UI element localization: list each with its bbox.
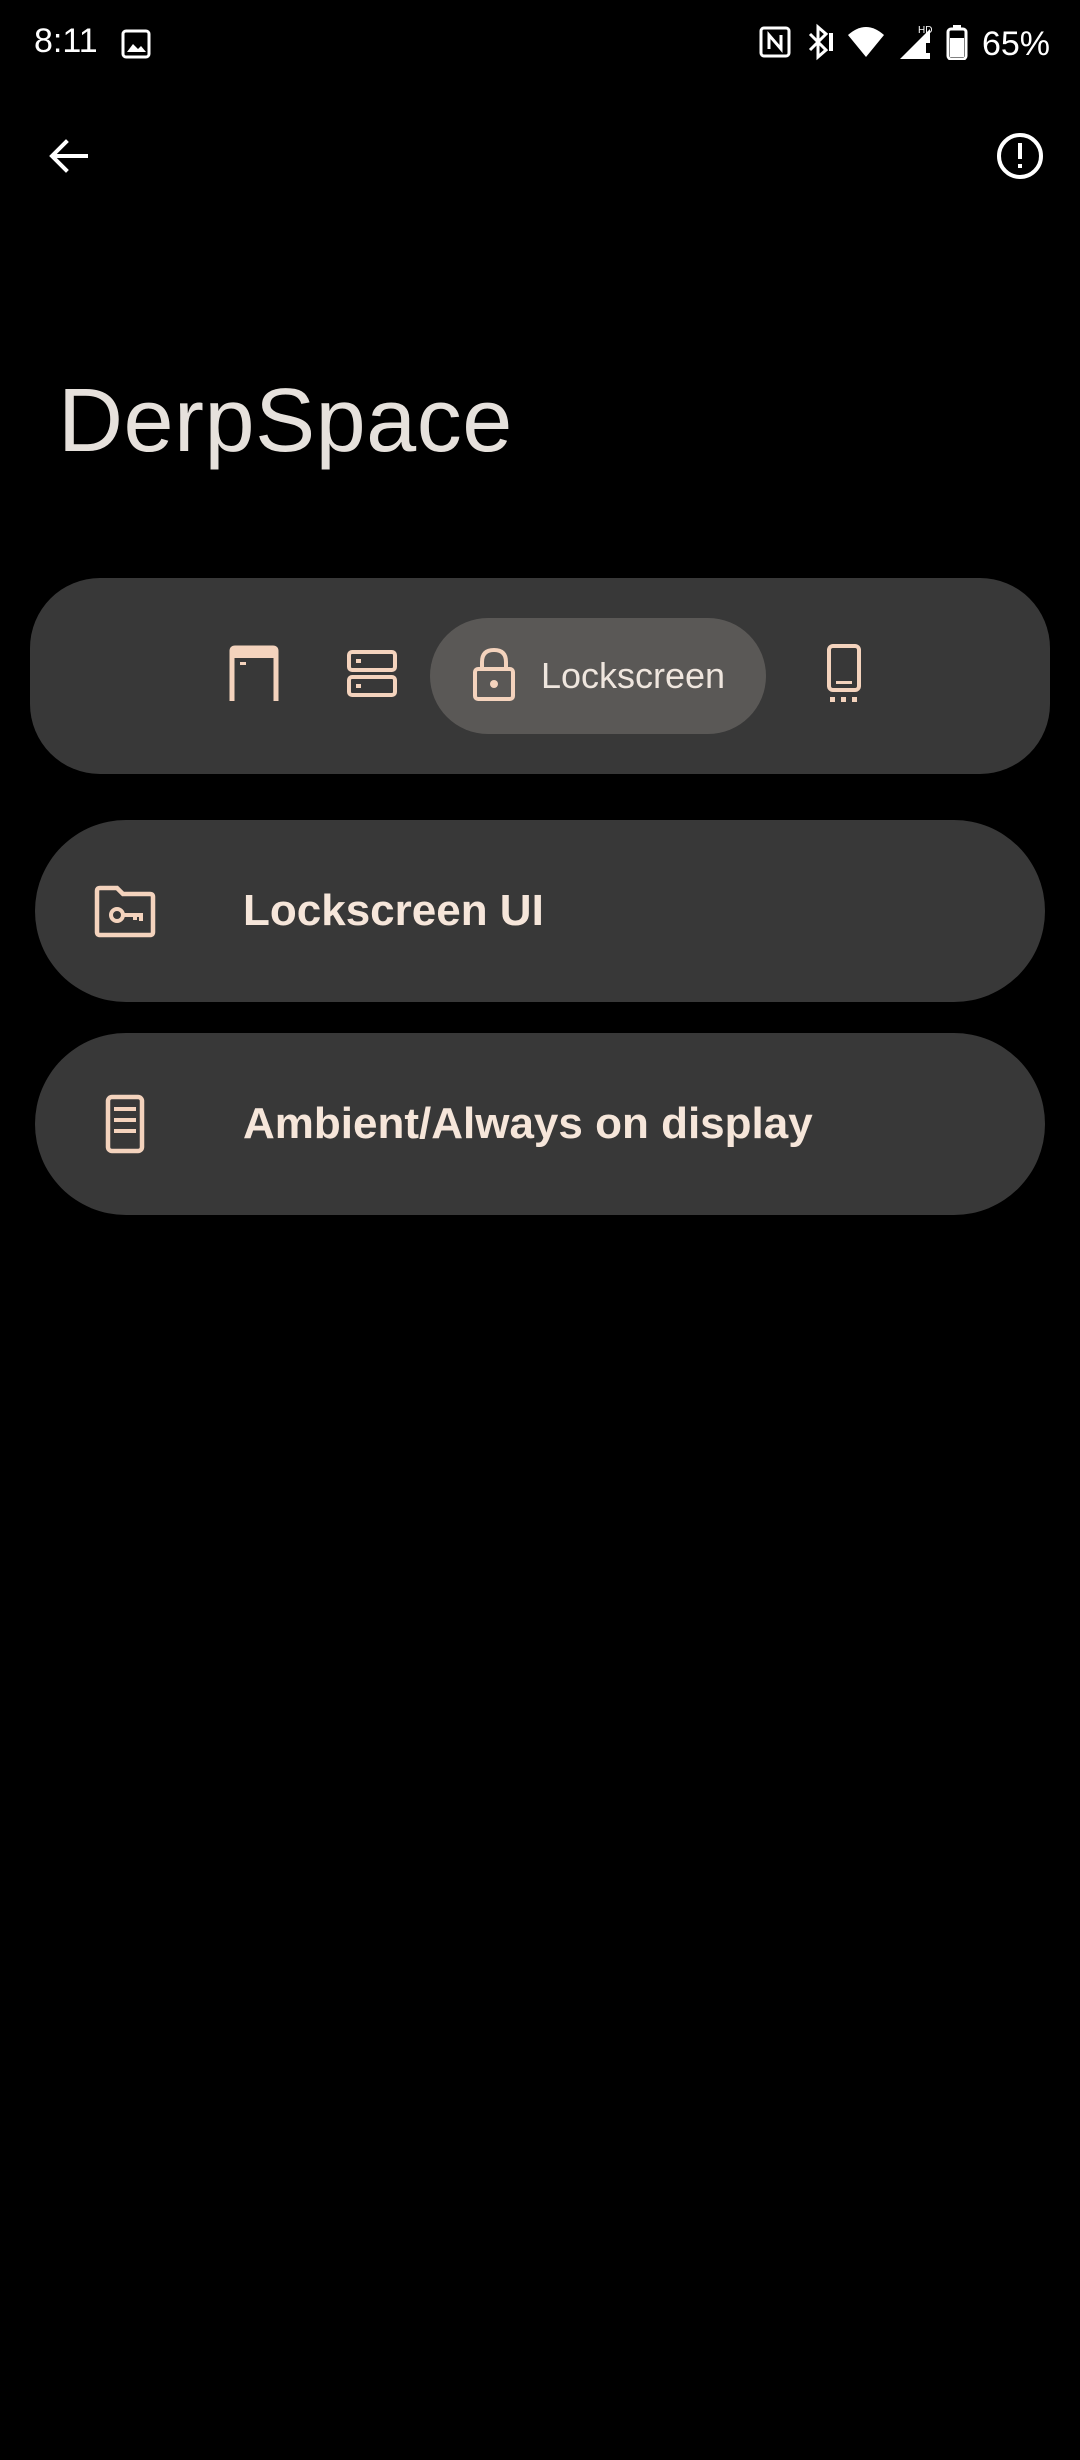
battery-icon	[946, 24, 968, 65]
info-alert-icon	[995, 131, 1045, 186]
section-tab-bar: Lockscreen	[30, 578, 1050, 774]
back-button[interactable]	[28, 118, 108, 198]
nfc-icon	[758, 25, 792, 64]
image-icon	[120, 28, 152, 65]
tab-navigation[interactable]	[804, 618, 884, 734]
phone-navigation-icon	[824, 643, 864, 710]
battery-percent: 65%	[981, 24, 1050, 63]
info-button[interactable]	[980, 118, 1060, 198]
folder-key-icon	[93, 879, 157, 943]
status-time: 8:11	[34, 22, 98, 60]
signal-hd-icon: HD	[896, 23, 936, 66]
tab-lockscreen[interactable]: Lockscreen	[430, 618, 766, 734]
page-title: DerpSpace	[58, 371, 513, 471]
arrow-left-icon	[46, 134, 90, 183]
ambient-display-item[interactable]: Ambient/Always on display	[35, 1033, 1045, 1215]
svg-text:HD: HD	[918, 25, 932, 36]
ambient-display-label: Ambient/Always on display	[243, 1099, 813, 1148]
quick-settings-icon	[346, 649, 398, 704]
bluetooth-icon	[802, 23, 836, 66]
tab-statusbar[interactable]	[214, 618, 294, 734]
status-icons: HD 65%	[758, 20, 1050, 68]
ambient-display-icon	[93, 1092, 157, 1156]
status-bar: 8:11 HD 65%	[0, 0, 1080, 90]
lockscreen-ui-item[interactable]: Lockscreen UI	[35, 820, 1045, 1002]
lock-icon	[471, 646, 517, 707]
statusbar-icon	[228, 645, 280, 708]
tab-lockscreen-label: Lockscreen	[540, 655, 726, 696]
tab-quick-settings[interactable]	[332, 618, 412, 734]
wifi-icon	[846, 25, 886, 64]
lockscreen-ui-label: Lockscreen UI	[243, 886, 544, 935]
